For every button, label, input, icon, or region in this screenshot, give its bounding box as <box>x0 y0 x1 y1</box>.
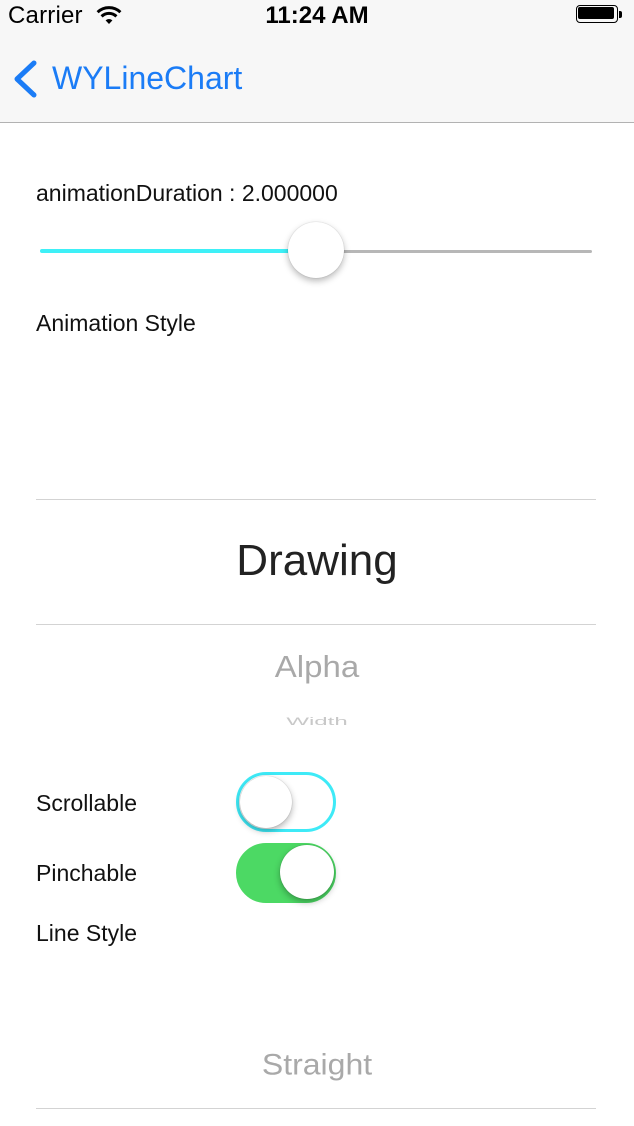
line-style-picker-divider <box>36 1108 596 1109</box>
switch-knob <box>280 845 334 899</box>
animation-duration-slider[interactable] <box>36 220 594 282</box>
picker-selected-option[interactable]: Drawing <box>0 536 634 586</box>
clock: 11:24 AM <box>265 2 369 29</box>
slider-min-track <box>40 249 318 253</box>
picker-option-clip: Width <box>0 712 634 726</box>
slider-thumb[interactable] <box>288 222 344 278</box>
switch-knob <box>240 776 292 828</box>
animation-style-label: Animation Style <box>36 310 196 336</box>
animation-style-picker[interactable]: Drawing Alpha Width <box>0 440 634 730</box>
picker-option[interactable]: Width <box>0 716 634 726</box>
back-button-label: WYLineChart <box>52 60 243 96</box>
chevron-left-icon <box>14 60 37 98</box>
animation-duration-label: animationDuration : 2.000000 <box>36 180 338 206</box>
status-bar: Carrier 11:24 AM <box>0 0 634 40</box>
scrollable-switch[interactable] <box>236 772 336 832</box>
navigation-bar: WYLineChart <box>0 40 634 123</box>
picker-bottom-divider <box>36 624 596 625</box>
scrollable-label: Scrollable <box>36 790 137 816</box>
pinchable-label: Pinchable <box>36 860 138 886</box>
back-button[interactable]: WYLineChart <box>10 54 270 104</box>
picker-option[interactable]: Alpha <box>0 650 634 685</box>
line-style-label: Line Style <box>36 920 138 946</box>
slider-max-track <box>318 250 592 253</box>
line-style-picker-option[interactable]: Straight <box>0 1047 634 1081</box>
pinchable-switch[interactable] <box>236 843 336 903</box>
picker-top-divider <box>36 499 596 500</box>
battery-icon <box>576 5 622 23</box>
